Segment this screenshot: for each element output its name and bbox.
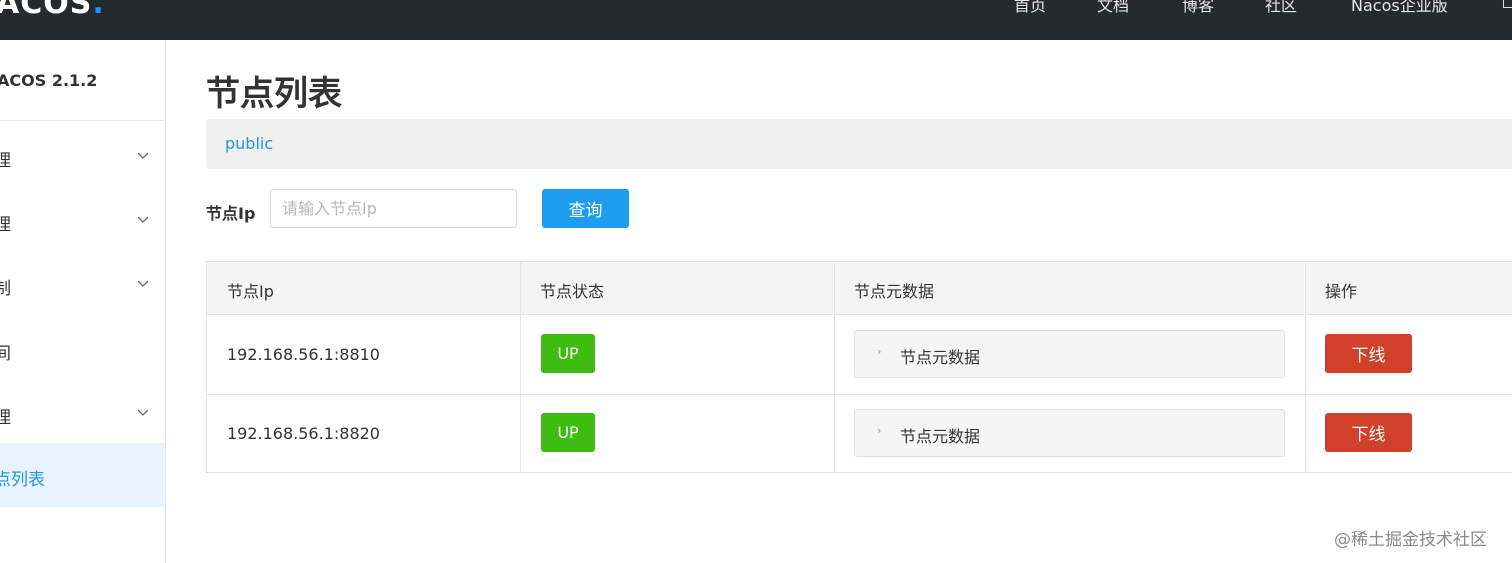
sidebar-item-node-list[interactable]: 点列表 xyxy=(0,443,165,507)
nav-home[interactable]: 首页 xyxy=(1014,0,1046,16)
column-divider xyxy=(1305,262,1306,473)
sidebar-item-label: 点列表 xyxy=(0,470,45,490)
sidebar-item-label: 理 xyxy=(0,151,11,171)
nav-docs[interactable]: 文档 xyxy=(1097,0,1129,16)
column-divider xyxy=(834,262,835,473)
nav-enterprise[interactable]: Nacos企业版 xyxy=(1351,0,1448,16)
sidebar-item-cluster-management[interactable]: 理 xyxy=(0,381,165,445)
sidebar-item-service-management[interactable]: 理 xyxy=(0,188,165,252)
watermark: @稀土掘金技术社区 xyxy=(1334,530,1487,550)
sidebar-item-label: 理 xyxy=(0,215,11,235)
sidebar-divider xyxy=(0,120,165,121)
column-header-node-ip: 节点Ip xyxy=(227,282,274,301)
sidebar-item-namespace[interactable]: 间 xyxy=(0,317,165,381)
column-header-node-metadata: 节点元数据 xyxy=(854,282,935,301)
nav-community[interactable]: 社区 xyxy=(1265,0,1297,16)
chevron-right-icon: › xyxy=(877,345,882,358)
node-table: 节点Ip 节点状态 节点元数据 操作 192.168.56.1:8810 UP … xyxy=(206,261,1512,473)
node-ip-cell: 192.168.56.1:8810 xyxy=(227,345,380,364)
top-navbar: ACOS. 首页 文档 博客 社区 Nacos企业版 xyxy=(0,0,1512,40)
table-header-cell: 节点状态 xyxy=(520,262,833,315)
page-title: 节点列表 xyxy=(206,74,342,114)
sidebar-version: ACOS 2.1.2 xyxy=(0,71,98,90)
chevron-right-icon: › xyxy=(877,424,882,437)
column-header-node-status: 节点状态 xyxy=(540,282,605,301)
logo-dot: . xyxy=(92,0,105,21)
chevron-down-icon xyxy=(138,216,148,223)
offline-button[interactable]: 下线 xyxy=(1325,334,1412,373)
status-badge: UP xyxy=(541,413,595,452)
node-ip-label: 节点Ip xyxy=(206,204,256,223)
chevron-down-icon xyxy=(138,280,148,287)
column-header-actions: 操作 xyxy=(1325,282,1358,301)
chevron-down-icon xyxy=(138,152,148,159)
sidebar-item-label: 理 xyxy=(0,408,11,428)
chevron-down-icon xyxy=(138,409,148,416)
column-divider xyxy=(520,262,521,473)
status-badge: UP xyxy=(541,334,595,373)
row-divider xyxy=(207,394,1512,395)
metadata-collapse[interactable]: › 节点元数据 xyxy=(854,409,1285,457)
nacos-logo[interactable]: ACOS. xyxy=(0,0,105,21)
node-ip-input[interactable] xyxy=(270,189,517,228)
metadata-collapse-label: 节点元数据 xyxy=(900,427,981,446)
table-header-cell: 操作 xyxy=(1305,262,1512,315)
node-ip-cell: 192.168.56.1:8820 xyxy=(227,424,380,443)
sidebar-item-access-control[interactable]: 制 xyxy=(0,252,165,316)
query-button[interactable]: 查询 xyxy=(542,189,629,228)
sidebar-item-label: 间 xyxy=(0,344,11,364)
table-header-cell: 节点元数据 xyxy=(834,262,1304,315)
offline-button[interactable]: 下线 xyxy=(1325,413,1412,452)
namespace-bar: public xyxy=(206,119,1512,169)
sidebar-item-label: 制 xyxy=(0,279,11,299)
table-header-cell: 节点Ip xyxy=(207,262,520,315)
language-switch-icon[interactable] xyxy=(1503,0,1512,8)
sidebar-item-config-management[interactable]: 理 xyxy=(0,124,165,188)
sidebar: ACOS 2.1.2 理 理 制 间 理 点列表 xyxy=(0,40,166,563)
metadata-collapse-label: 节点元数据 xyxy=(900,348,981,367)
namespace-link-public[interactable]: public xyxy=(225,134,273,153)
logo-text: ACOS xyxy=(0,0,93,21)
nav-blog[interactable]: 博客 xyxy=(1182,0,1214,16)
metadata-collapse[interactable]: › 节点元数据 xyxy=(854,330,1285,378)
